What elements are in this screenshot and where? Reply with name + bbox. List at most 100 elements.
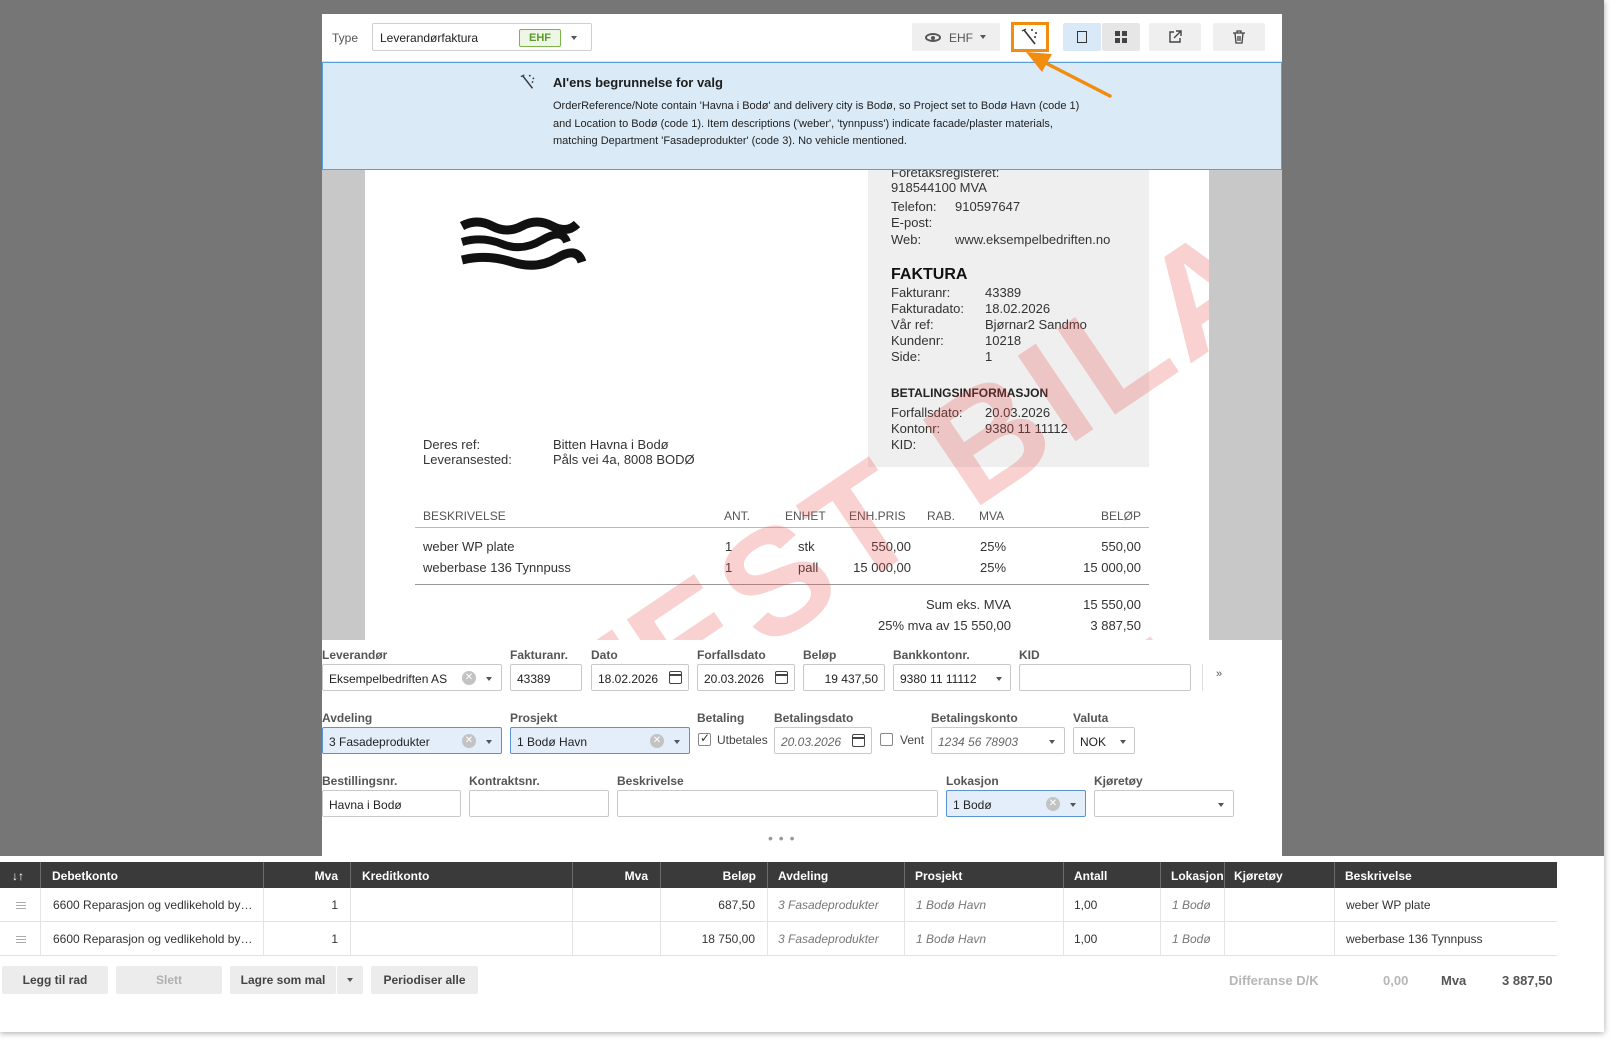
delete-button[interactable]: [1213, 23, 1265, 51]
expand-fields-button[interactable]: »: [1202, 664, 1236, 691]
posting-grid-header: ↓↑ Debetkonto Mva Kreditkonto Mva Beløp …: [0, 862, 1557, 888]
order-no-input[interactable]: Havna i Bodø: [322, 790, 461, 817]
clear-icon[interactable]: ✕: [462, 734, 476, 748]
header-description[interactable]: Beskrivelse: [1345, 869, 1412, 883]
cell-location[interactable]: 1 Bodø: [1172, 898, 1211, 912]
single-view-button[interactable]: [1063, 23, 1101, 51]
payment-date-value: 20.03.2026: [781, 735, 842, 749]
line-description: weber WP plate: [423, 539, 515, 554]
invoice-no-input[interactable]: 43389: [510, 664, 582, 691]
cell-divider: [660, 922, 661, 956]
department-select[interactable]: 3 Fasadeprodukter ✕: [322, 727, 502, 754]
cell-description[interactable]: weberbase 136 Tynnpuss: [1346, 932, 1483, 946]
toolbar: Type Leverandørfaktura EHF EHF: [322, 14, 1282, 62]
square-icon: [1077, 31, 1087, 43]
amount-input[interactable]: 19 437,50: [803, 664, 885, 691]
clear-icon[interactable]: ✕: [650, 734, 664, 748]
header-department[interactable]: Avdeling: [778, 869, 828, 883]
header-debit-account[interactable]: Debetkonto: [52, 869, 118, 883]
cell-amount[interactable]: 18 750,00: [670, 932, 755, 946]
our-ref-label: Vår ref:: [891, 317, 934, 332]
bank-account-select[interactable]: 9380 11 11112: [893, 664, 1011, 691]
ehf-badge: EHF: [519, 29, 561, 47]
calendar-icon[interactable]: [852, 734, 865, 747]
sum-label: Sum eks. MVA: [925, 597, 1011, 612]
drag-handle-icon[interactable]: [16, 936, 26, 943]
cell-project[interactable]: 1 Bodø Havn: [916, 898, 986, 912]
difference-label: Differanse D/K: [1229, 973, 1319, 988]
clear-icon[interactable]: ✕: [1046, 797, 1060, 811]
resize-handle[interactable]: • • •: [768, 830, 795, 846]
payment-label: Betaling: [697, 711, 745, 725]
header-vat-debit[interactable]: Mva: [280, 869, 338, 883]
header-quantity[interactable]: Antall: [1074, 869, 1107, 883]
due-date-input[interactable]: 20.03.2026: [697, 664, 795, 691]
chevron-down-icon: [1218, 803, 1224, 807]
currency-select[interactable]: NOK: [1073, 727, 1135, 754]
header-location[interactable]: Lokasjon: [1171, 869, 1224, 883]
accrue-all-button[interactable]: Periodiser alle: [371, 966, 478, 994]
cell-divider: [1334, 888, 1335, 922]
cell-project[interactable]: 1 Bodø Havn: [916, 932, 986, 946]
cell-quantity[interactable]: 1,00: [1074, 898, 1097, 912]
type-label: Type: [332, 31, 359, 45]
column-divider: [904, 862, 905, 888]
chevron-down-icon: [996, 677, 1002, 681]
cell-amount[interactable]: 687,50: [670, 898, 755, 912]
document-preview[interactable]: Foretaksregisteret: 918544100 MVA Telefo…: [322, 170, 1282, 640]
add-row-button[interactable]: Legg til rad: [2, 966, 108, 994]
cell-divider: [904, 922, 905, 956]
sort-icon[interactable]: ↓↑: [12, 869, 24, 883]
line-description: weberbase 136 Tynnpuss: [423, 560, 571, 575]
cell-department[interactable]: 3 Fasadeprodukter: [778, 898, 879, 912]
save-template-dropdown[interactable]: [337, 966, 363, 994]
calendar-icon[interactable]: [775, 671, 788, 684]
payment-date-input[interactable]: 20.03.2026: [774, 727, 872, 754]
delete-row-button[interactable]: Slett: [116, 966, 222, 994]
table-row[interactable]: 6600 Reparasjon og vedlikehold by… 1 18 …: [0, 922, 1557, 956]
vat-label: 25% mva av 15 550,00: [878, 618, 1011, 633]
cell-vat[interactable]: 1: [280, 898, 338, 912]
calendar-icon[interactable]: [669, 671, 682, 684]
cell-department[interactable]: 3 Fasadeprodukter: [778, 932, 879, 946]
header-vehicle[interactable]: Kjøretøy: [1234, 869, 1283, 883]
grid-view-button[interactable]: [1102, 23, 1140, 51]
header-vat-credit[interactable]: Mva: [590, 869, 648, 883]
cell-divider: [767, 888, 768, 922]
cell-quantity[interactable]: 1,00: [1074, 932, 1097, 946]
project-select[interactable]: 1 Bodø Havn ✕: [510, 727, 690, 754]
contract-no-label: Kontraktsnr.: [469, 774, 540, 788]
date-input[interactable]: 18.02.2026: [591, 664, 689, 691]
cell-vat[interactable]: 1: [280, 932, 338, 946]
kid-input[interactable]: [1019, 664, 1191, 691]
payment-account-select[interactable]: 1234 56 78903: [931, 727, 1065, 754]
supplier-select[interactable]: Eksempelbedriften AS ✕: [322, 664, 502, 691]
chevron-down-icon: [674, 740, 680, 744]
external-link-icon: [1169, 30, 1182, 43]
cell-description[interactable]: weber WP plate: [1346, 898, 1431, 912]
view-format-button[interactable]: EHF: [912, 23, 1000, 51]
column-divider: [40, 862, 41, 888]
type-select[interactable]: Leverandørfaktura EHF: [372, 23, 592, 51]
drag-handle-icon[interactable]: [16, 902, 26, 909]
location-select[interactable]: 1 Bodø ✕: [946, 790, 1086, 817]
line-unit-price: 15 000,00: [853, 560, 911, 575]
vehicle-select[interactable]: [1094, 790, 1234, 817]
cell-location[interactable]: 1 Bodø: [1172, 932, 1211, 946]
cell-debit-account[interactable]: 6600 Reparasjon og vedlikehold by…: [53, 932, 252, 946]
table-row[interactable]: 6600 Reparasjon og vedlikehold by… 1 687…: [0, 888, 1557, 922]
cell-divider: [1334, 922, 1335, 956]
cell-debit-account[interactable]: 6600 Reparasjon og vedlikehold by…: [53, 898, 252, 912]
contract-no-input[interactable]: [469, 790, 609, 817]
wait-checkbox[interactable]: [880, 733, 893, 746]
description-input[interactable]: [617, 790, 938, 817]
open-external-button[interactable]: [1149, 23, 1201, 51]
pay-out-checkbox[interactable]: [698, 731, 711, 746]
bank-account-label: Bankkontonr.: [893, 648, 970, 662]
trash-icon: [1233, 30, 1245, 44]
header-amount[interactable]: Beløp: [680, 869, 756, 883]
header-project[interactable]: Prosjekt: [915, 869, 962, 883]
clear-icon[interactable]: ✕: [462, 671, 476, 685]
header-credit-account[interactable]: Kreditkonto: [362, 869, 429, 883]
save-template-button[interactable]: Lagre som mal: [230, 966, 336, 994]
